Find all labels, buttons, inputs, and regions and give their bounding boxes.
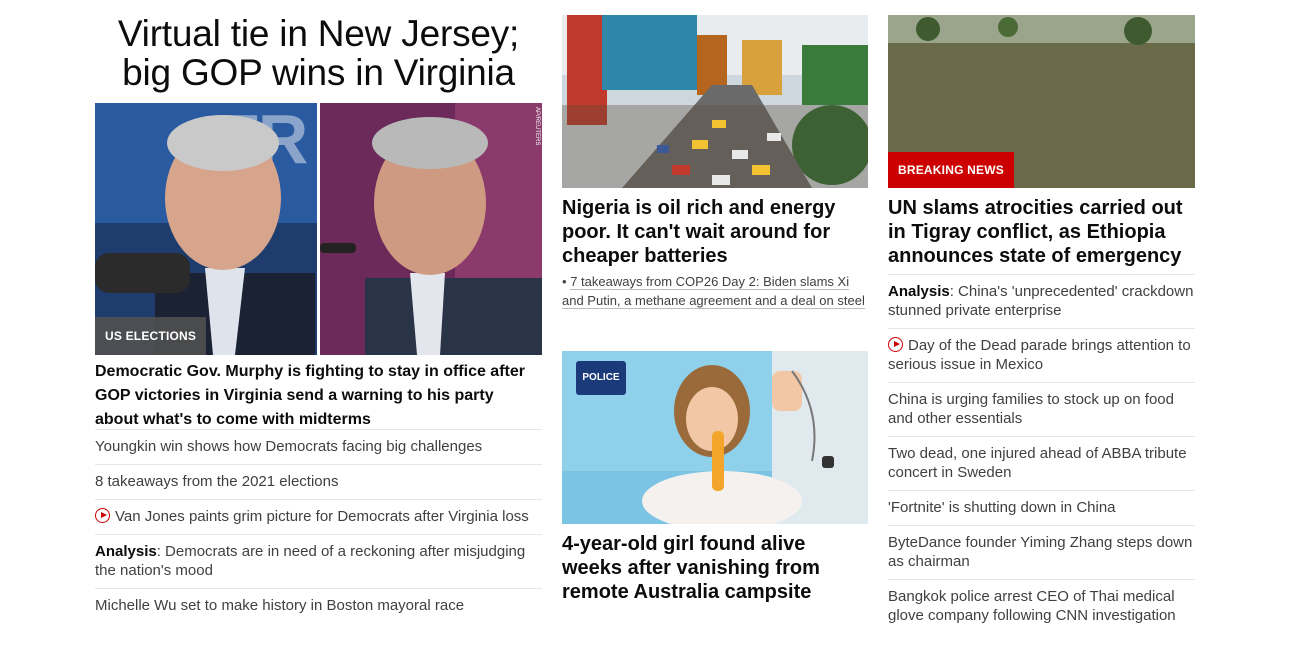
top-headline[interactable]: Virtual tie in New Jersey; big GOP wins … — [95, 14, 542, 92]
play-circle-icon — [888, 337, 903, 352]
world-links-list: Analysis: China's 'unprecedented' crackd… — [888, 274, 1195, 633]
lead-headline[interactable]: Democratic Gov. Murphy is fighting to st… — [95, 360, 535, 432]
street-illustration — [562, 15, 868, 188]
nigeria-headline[interactable]: Nigeria is oil rich and energy poor. It … — [562, 196, 862, 268]
girl-headline-text[interactable]: 4-year-old girl found alive weeks after … — [562, 533, 820, 603]
girl-headline[interactable]: 4-year-old girl found alive weeks after … — [562, 532, 862, 604]
play-circle-icon — [95, 508, 110, 523]
election-links-list: Youngkin win shows how Democrats facing … — [95, 429, 542, 623]
link-text[interactable]: Van Jones paints grim picture for Democr… — [115, 508, 529, 525]
list-item[interactable]: 'Fortnite' is shutting down in China — [888, 490, 1195, 525]
link-text[interactable]: Day of the Dead parade brings attention … — [888, 337, 1191, 373]
link-text[interactable]: 'Fortnite' is shutting down in China — [888, 499, 1116, 516]
list-item[interactable]: Michelle Wu set to make history in Bosto… — [95, 588, 542, 623]
girl-hospital-photo[interactable]: POLICE — [562, 351, 868, 524]
nigeria-street-photo[interactable] — [562, 15, 868, 188]
link-text[interactable]: China is urging families to stock up on … — [888, 391, 1174, 427]
list-item[interactable]: Analysis: China's 'unprecedented' crackd… — [888, 274, 1195, 328]
link-text[interactable]: Michelle Wu set to make history in Bosto… — [95, 597, 464, 614]
list-item[interactable]: 8 takeaways from the 2021 elections — [95, 464, 542, 499]
list-item[interactable]: Youngkin win shows how Democrats facing … — [95, 429, 542, 464]
nigeria-headline-text[interactable]: Nigeria is oil rich and energy poor. It … — [562, 197, 835, 267]
cop26-sublink[interactable]: • 7 takeaways from COP26 Day 2: Biden sl… — [562, 272, 868, 310]
police-badge: POLICE — [576, 361, 626, 395]
cop26-link-text[interactable]: 7 takeaways from COP26 Day 2: Biden slam… — [562, 274, 865, 309]
tigray-photo[interactable]: BREAKING NEWS — [888, 15, 1195, 188]
tigray-headline-text[interactable]: UN slams atrocities carried out in Tigra… — [888, 197, 1183, 267]
police-badge-text: POLICE — [582, 372, 620, 383]
link-text[interactable]: ByteDance founder Yiming Zhang steps dow… — [888, 534, 1192, 570]
link-text[interactable]: Youngkin win shows how Democrats facing … — [95, 438, 482, 455]
politicians-photo[interactable]: TR AP/REUTERS US ELECTIONS — [95, 103, 542, 355]
link-text[interactable]: Bangkok police arrest CEO of Thai medica… — [888, 588, 1176, 624]
list-item[interactable]: China is urging families to stock up on … — [888, 382, 1195, 436]
list-item[interactable]: Analysis: Democrats are in need of a rec… — [95, 534, 542, 588]
list-item[interactable]: Bangkok police arrest CEO of Thai medica… — [888, 579, 1195, 633]
bullet: • — [562, 274, 567, 289]
list-item[interactable]: Day of the Dead parade brings attention … — [888, 328, 1195, 382]
breaking-news-badge[interactable]: BREAKING NEWS — [888, 152, 1014, 188]
link-text[interactable]: 8 takeaways from the 2021 elections — [95, 473, 338, 490]
list-item[interactable]: Van Jones paints grim picture for Democr… — [95, 499, 542, 534]
link-text[interactable]: Two dead, one injured ahead of ABBA trib… — [888, 445, 1187, 481]
analysis-label: Analysis — [95, 543, 157, 560]
tigray-headline[interactable]: UN slams atrocities carried out in Tigra… — [888, 196, 1195, 268]
photo-credit: AP/REUTERS — [534, 107, 540, 146]
link-text[interactable]: : Democrats are in need of a reckoning a… — [95, 543, 525, 579]
us-elections-badge[interactable]: US ELECTIONS — [95, 317, 207, 355]
lead-headline-text[interactable]: Democratic Gov. Murphy is fighting to st… — [95, 363, 525, 428]
list-item[interactable]: Two dead, one injured ahead of ABBA trib… — [888, 436, 1195, 490]
list-item[interactable]: ByteDance founder Yiming Zhang steps dow… — [888, 525, 1195, 579]
analysis-label: Analysis — [888, 283, 950, 300]
